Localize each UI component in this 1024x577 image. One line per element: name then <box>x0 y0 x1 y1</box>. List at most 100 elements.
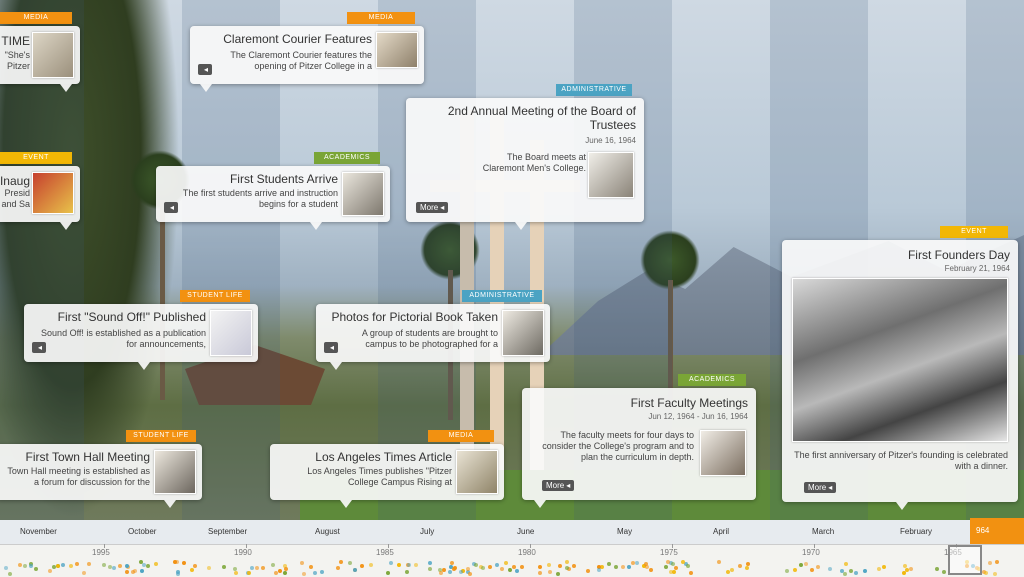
card-description: Presid and Sa <box>1 188 30 209</box>
card-pointer <box>515 222 527 230</box>
timeline-card[interactable]: TIME "She's Pitzer <box>0 26 80 84</box>
card-pointer <box>330 362 342 370</box>
event-marker-dot <box>644 561 649 566</box>
timeline-navigator[interactable] <box>0 544 1024 577</box>
card-photo <box>792 278 1008 442</box>
card-description: Sound Off! is established as a publicati… <box>41 328 206 349</box>
card-pointer <box>60 84 72 92</box>
more-button[interactable]: More ◂ <box>804 482 837 493</box>
timeline-card[interactable]: Inaug Presid and Sa <box>0 166 80 222</box>
month-label[interactable]: October <box>128 527 156 536</box>
category-tag: STUDENT LIFE <box>126 430 196 442</box>
card-description: The Claremont Courier features the openi… <box>230 50 372 71</box>
arrow-left-icon: ◂ <box>204 65 209 74</box>
event-marker-dot <box>465 566 470 571</box>
timeline-card[interactable]: First "Sound Off!" Published Sound Off! … <box>24 304 258 362</box>
card-pointer <box>310 222 322 230</box>
timeline-card[interactable]: First Faculty Meetings Jun 12, 1964 - Ju… <box>522 388 756 500</box>
card-title: Claremont Courier Features <box>223 32 372 46</box>
card-thumbnail <box>502 310 544 356</box>
year-label: 1975 <box>660 548 678 557</box>
timeline-card[interactable]: First Students Arrive The first students… <box>156 166 390 222</box>
card-title: Los Angeles Times Article <box>315 450 452 464</box>
event-marker-dot <box>664 564 669 569</box>
arrow-left-icon: ◂ <box>440 203 445 212</box>
more-button[interactable]: ◂ <box>32 342 47 353</box>
card-pointer <box>340 500 352 508</box>
category-tag: EVENT <box>940 226 1008 238</box>
month-label[interactable]: February <box>900 527 932 536</box>
event-marker-dot <box>438 571 443 576</box>
card-thumbnail <box>342 172 384 216</box>
event-marker-dot <box>729 567 734 572</box>
timeline-card[interactable]: Los Angeles Times Article Los Angeles Ti… <box>270 444 504 500</box>
category-tag: STUDENT LIFE <box>180 290 250 302</box>
card-pointer <box>896 502 908 510</box>
timeline-card[interactable]: Photos for Pictorial Book Taken A group … <box>316 304 550 362</box>
timeline-card[interactable]: 2nd Annual Meeting of the Board of Trust… <box>406 98 644 222</box>
card-title: First Founders Day <box>907 248 1010 262</box>
event-marker-dot <box>192 563 197 568</box>
more-button[interactable]: ◂ <box>164 202 179 213</box>
event-marker-dot <box>876 566 881 571</box>
timeline-card[interactable]: Claremont Courier Features The Claremont… <box>190 26 424 84</box>
month-label[interactable]: August <box>315 527 340 536</box>
event-marker-dot <box>614 564 619 569</box>
event-marker-dot <box>686 563 691 568</box>
event-marker-dot <box>221 564 226 569</box>
card-title: First Students Arrive <box>229 172 338 186</box>
category-tag: ADMINISTRATIVE <box>462 290 542 302</box>
event-marker-dot <box>101 562 106 567</box>
event-marker-dot <box>555 571 560 576</box>
event-marker-dot <box>547 569 552 574</box>
event-marker-dot <box>118 563 123 568</box>
card-description: "She's Pitzer <box>4 50 30 71</box>
year-label: 1995 <box>92 548 110 557</box>
month-label[interactable]: May <box>617 527 632 536</box>
event-marker-dot <box>564 566 569 571</box>
month-label[interactable]: November <box>20 527 57 536</box>
month-label[interactable]: June <box>517 527 534 536</box>
timeline-card[interactable]: First Founders Day February 21, 1964 The… <box>782 240 1018 502</box>
month-label[interactable]: September <box>208 527 247 536</box>
category-tag: MEDIA <box>428 430 494 442</box>
event-marker-dot <box>206 566 211 571</box>
navigator-viewport-handle[interactable] <box>948 545 982 575</box>
card-description: A group of students are brought to campu… <box>361 328 498 349</box>
month-label[interactable]: April <box>713 527 729 536</box>
event-marker-dot <box>55 564 60 569</box>
event-marker-dot <box>249 566 254 571</box>
event-marker-dot <box>4 565 9 570</box>
more-button[interactable]: ◂ <box>324 342 339 353</box>
timeline-card[interactable]: First Town Hall Meeting Town Hall meetin… <box>0 444 202 500</box>
event-marker-dot <box>335 566 340 571</box>
current-month-marker[interactable]: 964 <box>970 518 1024 544</box>
more-button[interactable]: ◂ <box>198 64 213 75</box>
event-marker-dot <box>745 561 750 566</box>
month-label[interactable]: July <box>420 527 434 536</box>
event-marker-dot <box>145 563 150 568</box>
card-title: Inaug <box>0 174 30 188</box>
month-label[interactable]: March <box>812 527 834 536</box>
event-marker-dot <box>901 571 906 576</box>
event-marker-dot <box>254 565 259 570</box>
event-marker-dot <box>626 565 631 570</box>
year-label: 1990 <box>234 548 252 557</box>
card-pointer <box>164 500 176 508</box>
more-button[interactable]: More ◂ <box>542 480 575 491</box>
arrow-left-icon: ◂ <box>330 343 335 352</box>
event-marker-dot <box>338 560 343 565</box>
event-marker-dot <box>388 561 393 566</box>
event-marker-dot <box>737 563 742 568</box>
event-marker-dot <box>320 569 325 574</box>
category-tag: MEDIA <box>347 12 415 24</box>
event-marker-dot <box>804 561 809 566</box>
more-button[interactable]: More ◂ <box>416 202 449 213</box>
event-marker-dot <box>487 564 492 569</box>
year-label: 1970 <box>802 548 820 557</box>
card-date: February 21, 1964 <box>944 264 1010 273</box>
card-title: 2nd Annual Meeting of the Board of Trust… <box>447 104 636 132</box>
event-marker-dot <box>572 563 577 568</box>
card-thumbnail <box>376 32 418 68</box>
event-marker-dot <box>519 564 524 569</box>
